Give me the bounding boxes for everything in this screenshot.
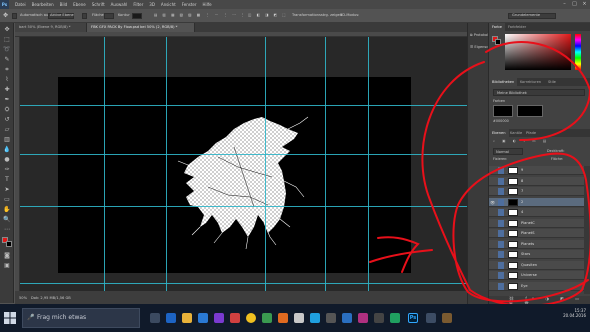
windows-taskbar: 🎤 Frag mich etwas Ps 15:37 20.04.2016 [0,304,590,332]
app-icon-3[interactable] [262,313,272,323]
photoshop-taskbar-icon[interactable]: Ps [408,313,418,323]
search-placeholder: Frag mich etwas [37,314,87,321]
app-icon-6[interactable] [310,313,320,323]
task-view-icon[interactable] [150,313,160,323]
app-icon-8[interactable] [342,313,352,323]
app-icon-4[interactable] [278,313,288,323]
app-icon-13[interactable] [442,313,452,323]
windows-start-icon[interactable] [4,312,16,324]
app-icon-5[interactable] [294,313,304,323]
red-annotation-overlay [369,40,590,307]
edge-browser-icon[interactable] [166,313,176,323]
taskbar-clock[interactable]: 15:37 20.04.2016 [563,308,586,318]
app-icon-2[interactable] [230,313,240,323]
taskbar-search-box[interactable]: 🎤 Frag mich etwas [22,308,140,328]
clock-date: 20.04.2016 [563,313,586,318]
app-icon-9[interactable] [358,313,368,323]
app-icon-7[interactable] [326,313,336,323]
chrome-icon[interactable] [246,313,256,323]
microphone-icon[interactable]: 🎤 [27,314,34,321]
app-icon-10[interactable] [374,313,384,323]
app-icon-1[interactable] [214,313,224,323]
app-icon-11[interactable] [390,313,400,323]
app-icon-12[interactable] [426,313,436,323]
store-icon[interactable] [198,313,208,323]
file-explorer-icon[interactable] [182,313,192,323]
